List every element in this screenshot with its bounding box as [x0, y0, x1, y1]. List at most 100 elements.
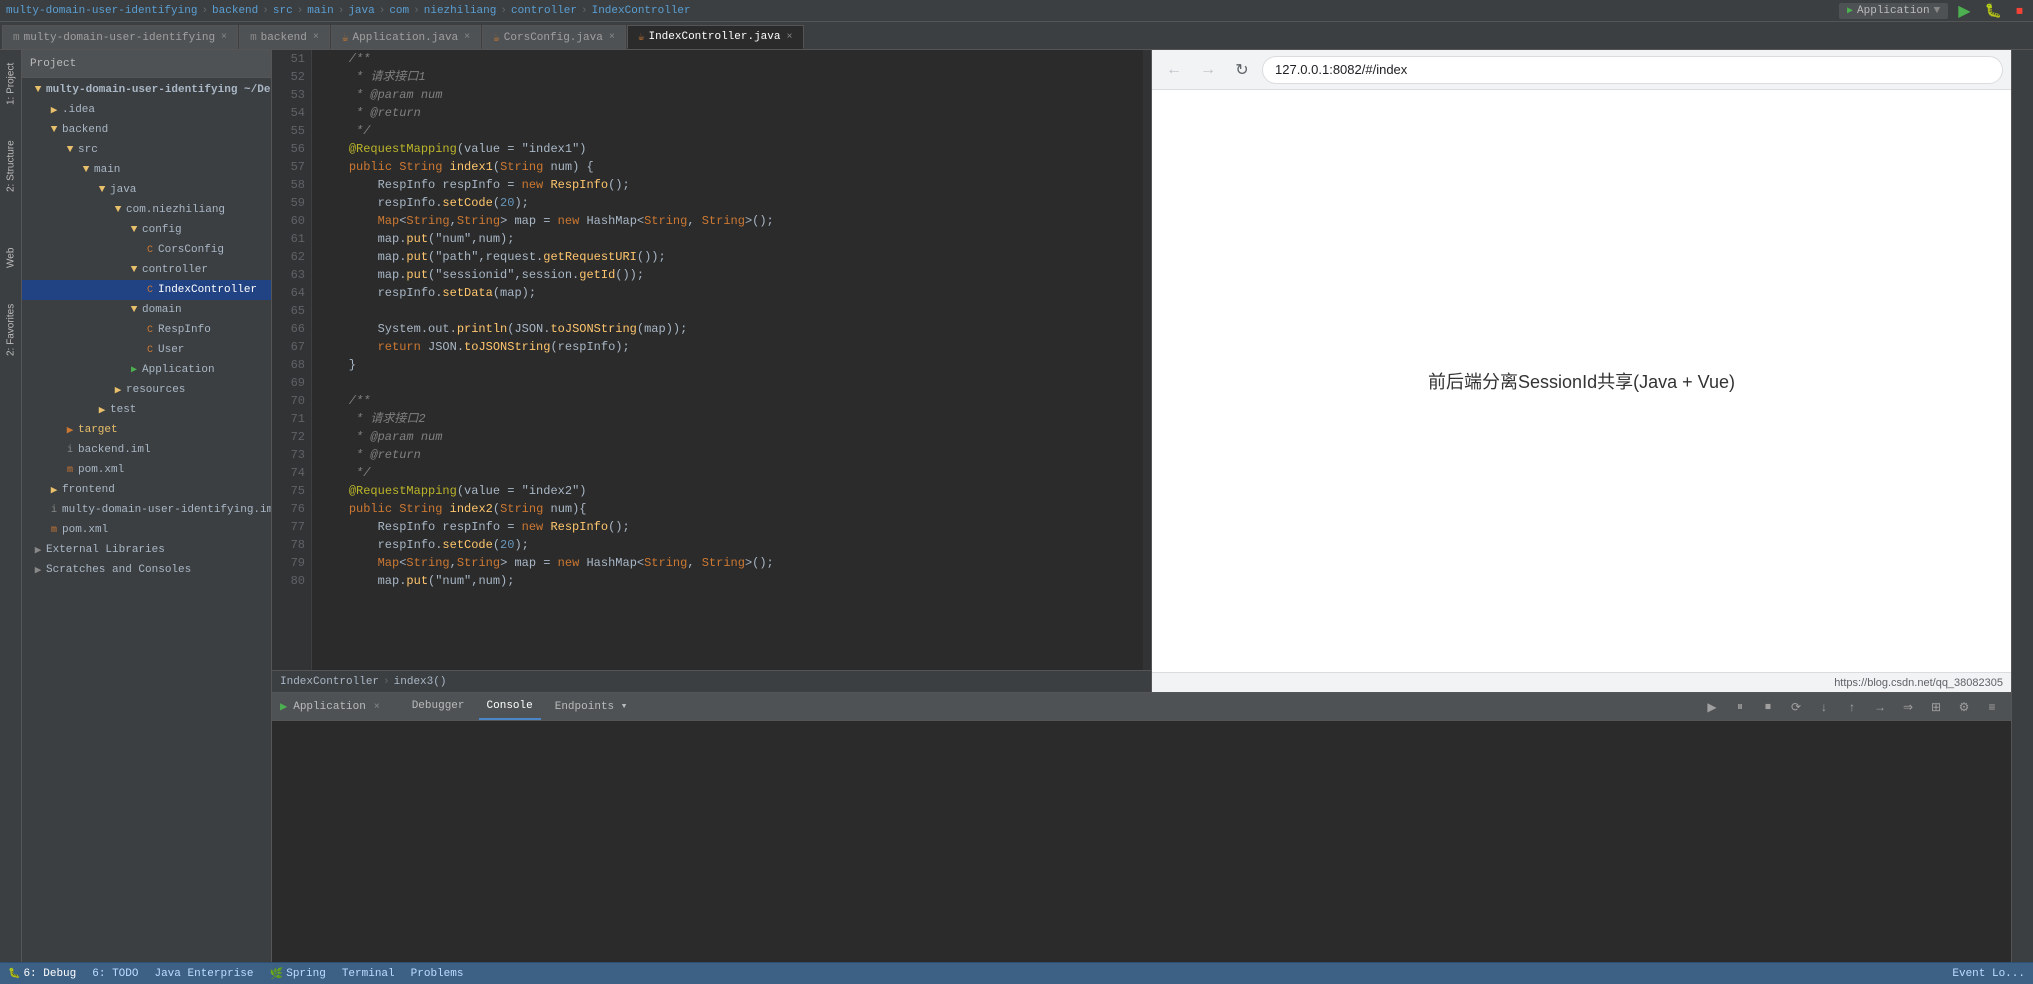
tree-corsconfig[interactable]: C CorsConfig	[22, 240, 271, 260]
tree-pom-back[interactable]: m pom.xml	[22, 460, 271, 480]
tree-multy-iml[interactable]: i multy-domain-user-identifying.iml	[22, 500, 271, 520]
status-problems[interactable]: Problems	[411, 968, 464, 980]
address-bar[interactable]	[1262, 56, 2003, 84]
debug-tab-debugger[interactable]: Debugger	[404, 693, 473, 720]
breadcrumb-method[interactable]: index3()	[394, 676, 447, 688]
status-java-ent[interactable]: Java Enterprise	[154, 968, 253, 980]
tree-root[interactable]: ▼ multy-domain-user-identifying ~/Deskto…	[22, 80, 271, 100]
tree-java-label: java	[110, 184, 136, 196]
address-input[interactable]	[1275, 62, 1990, 77]
debug-toolbar-stepout[interactable]: ↑	[1841, 696, 1863, 718]
debug-button[interactable]: 🐛	[1981, 0, 2006, 21]
tree-java-icon: ▼	[94, 184, 110, 196]
top-bar: multy-domain-user-identifying › backend …	[0, 0, 2033, 22]
debug-toolbar-more[interactable]: ≡	[1981, 696, 2003, 718]
tree-respinfo-label: RespInfo	[158, 324, 211, 336]
status-todo[interactable]: 6: TODO	[92, 968, 138, 980]
tree-config-label: config	[142, 224, 182, 236]
tree-frontend[interactable]: ▶ frontend	[22, 480, 271, 500]
debug-toolbar-settings[interactable]: ⚙	[1953, 696, 1975, 718]
structure-panel-btn[interactable]: 2: Structure	[3, 136, 19, 196]
tree-domain[interactable]: ▼ domain	[22, 300, 271, 320]
tab-backend-close[interactable]: ×	[313, 32, 319, 43]
tree-backend-iml[interactable]: i backend.iml	[22, 440, 271, 460]
debug-close-btn[interactable]: ×	[374, 701, 380, 712]
tree-root-label: multy-domain-user-identifying ~/Desktop	[46, 84, 271, 96]
debug-tab-endpoints[interactable]: Endpoints ▾	[547, 693, 636, 720]
status-event-log[interactable]: Event Lo...	[1952, 968, 2025, 980]
tree-com-label: com.niezhiliang	[126, 204, 225, 216]
tree-controller-label: controller	[142, 264, 208, 276]
browser-forward-btn[interactable]: →	[1194, 56, 1222, 84]
status-terminal[interactable]: Terminal	[342, 968, 395, 980]
code-content[interactable]: /** * 请求接口1 * @param num * @return */ @R…	[312, 50, 1143, 670]
tree-backend[interactable]: ▼ backend	[22, 120, 271, 140]
tree-pom[interactable]: m pom.xml	[22, 520, 271, 540]
favorites-panel-btn[interactable]: 2: Favorites	[3, 300, 19, 360]
sidebar-content[interactable]: ▼ multy-domain-user-identifying ~/Deskto…	[22, 78, 271, 962]
debug-toolbar-stepin[interactable]: ↓	[1813, 696, 1835, 718]
tree-backend-iml-label: backend.iml	[78, 444, 151, 456]
tree-scratches[interactable]: ▶ Scratches and Consoles	[22, 560, 271, 580]
breadcrumb-file[interactable]: IndexController	[280, 676, 379, 688]
tab-indexcontroller[interactable]: ☕ IndexController.java ×	[627, 25, 804, 49]
run-button[interactable]: ▶	[1954, 0, 1974, 23]
tree-pom-back-icon: m	[62, 465, 78, 476]
tree-main[interactable]: ▼ main	[22, 160, 271, 180]
web-panel-btn[interactable]: Web	[3, 238, 19, 278]
tree-target[interactable]: ▶ target	[22, 420, 271, 440]
project-panel-btn[interactable]: 1: Project	[3, 54, 19, 114]
editor-content[interactable]: 5152535455565758596061626364656667686970…	[272, 50, 1151, 670]
tree-user[interactable]: C User	[22, 340, 271, 360]
tree-application[interactable]: ▶ Application	[22, 360, 271, 380]
tree-respinfo[interactable]: C RespInfo	[22, 320, 271, 340]
tab-application[interactable]: ☕ Application.java ×	[331, 25, 481, 49]
tree-resources[interactable]: ▶ resources	[22, 380, 271, 400]
tab-indexcontroller-text: IndexController.java	[648, 31, 780, 43]
debug-toolbar-restart[interactable]: ⟳	[1785, 696, 1807, 718]
browser-back-btn[interactable]: ←	[1160, 56, 1188, 84]
tab-application-text: Application.java	[353, 32, 459, 44]
tree-ext-libs[interactable]: ▶ External Libraries	[22, 540, 271, 560]
tree-main-label: main	[94, 164, 120, 176]
tab-indexcontroller-close[interactable]: ×	[787, 32, 793, 43]
tab-backend[interactable]: m backend ×	[239, 25, 330, 49]
tree-resources-icon: ▶	[110, 383, 126, 397]
tree-target-icon: ▶	[62, 423, 78, 437]
debug-toolbar-stop[interactable]: ⏹	[1757, 696, 1779, 718]
debug-toolbar-grid[interactable]: ⊞	[1925, 696, 1947, 718]
run-config: ▶ Application ▼	[1839, 3, 1948, 19]
run-config-label: Application	[1857, 5, 1930, 17]
debug-toolbar-pause[interactable]: ⏸	[1729, 696, 1751, 718]
stop-button[interactable]: ⏹	[2012, 0, 2027, 21]
tab-multy-close[interactable]: ×	[221, 32, 227, 43]
tree-java[interactable]: ▼ java	[22, 180, 271, 200]
tree-backend-iml-icon: i	[62, 445, 78, 456]
debug-toolbar-stepover[interactable]: →	[1869, 696, 1891, 718]
status-spring[interactable]: 🌿 Spring	[270, 967, 326, 981]
tree-config[interactable]: ▼ config	[22, 220, 271, 240]
debug-tab-console[interactable]: Console	[479, 693, 541, 720]
tree-idea[interactable]: ▶ .idea	[22, 100, 271, 120]
debug-toolbar-run-cursor[interactable]: ⇒	[1897, 696, 1919, 718]
editor-gutter	[1143, 50, 1151, 670]
debug-content[interactable]	[272, 721, 2011, 962]
status-debug[interactable]: 🐛 6: Debug	[8, 968, 76, 980]
tree-ext-libs-label: External Libraries	[46, 544, 165, 556]
debug-toolbar-resume[interactable]: ▶	[1701, 696, 1723, 718]
tab-application-close[interactable]: ×	[464, 32, 470, 43]
tab-multy[interactable]: m multy-domain-user-identifying ×	[2, 25, 238, 49]
tree-user-label: User	[158, 344, 184, 356]
tree-idea-icon: ▶	[46, 103, 62, 117]
tab-corsconfig-text: CorsConfig.java	[504, 32, 603, 44]
tree-indexcontroller[interactable]: C IndexController	[22, 280, 271, 300]
status-java-ent-label: Java Enterprise	[154, 968, 253, 980]
tree-src[interactable]: ▼ src	[22, 140, 271, 160]
browser-refresh-btn[interactable]: ↻	[1228, 56, 1256, 84]
tab-corsconfig-close[interactable]: ×	[609, 32, 615, 43]
tree-com[interactable]: ▼ com.niezhiliang	[22, 200, 271, 220]
tree-test[interactable]: ▶ test	[22, 400, 271, 420]
debug-run-icon: ▶	[280, 699, 287, 714]
tree-controller[interactable]: ▼ controller	[22, 260, 271, 280]
tab-corsconfig[interactable]: ☕ CorsConfig.java ×	[482, 25, 626, 49]
